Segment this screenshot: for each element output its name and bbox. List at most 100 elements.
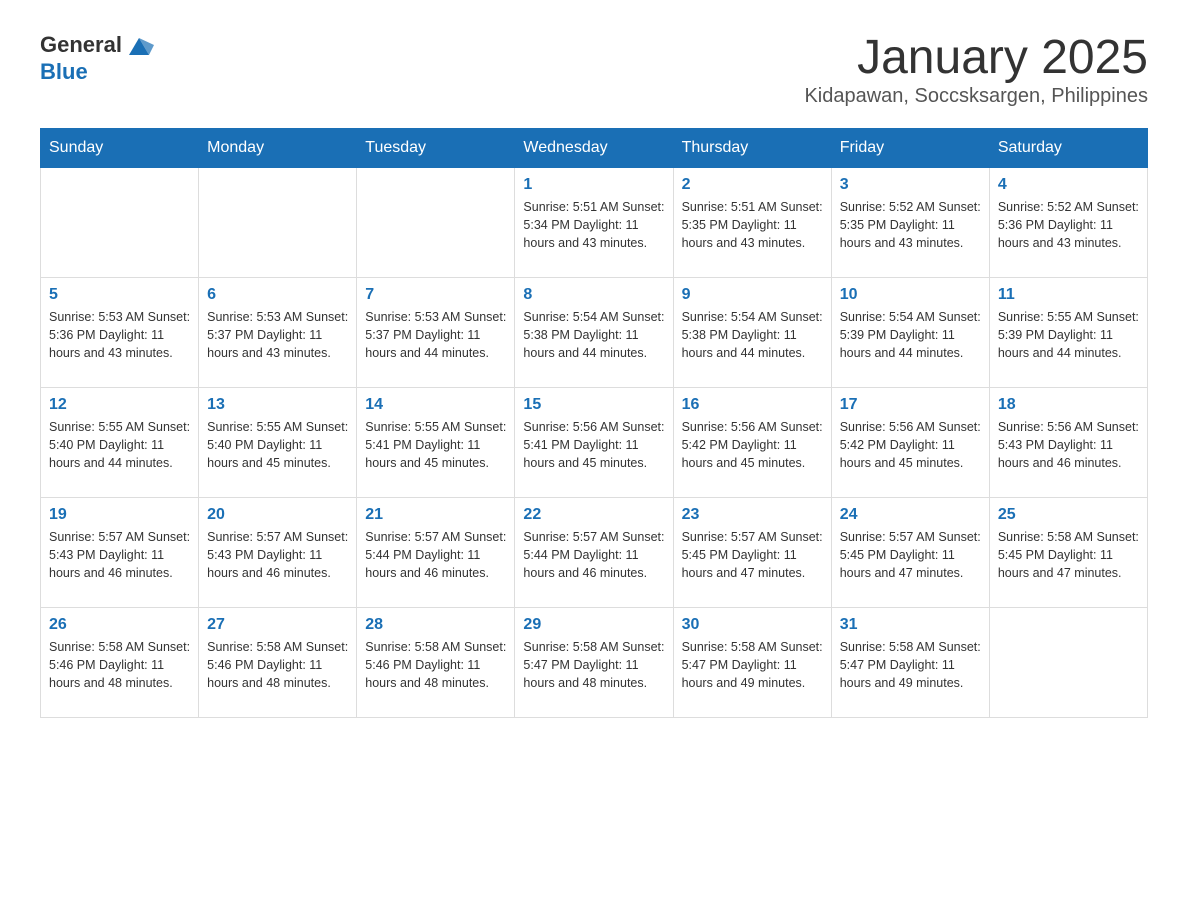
day-number: 13 [207,396,348,414]
calendar-cell: 23Sunrise: 5:57 AM Sunset: 5:45 PM Dayli… [673,498,831,608]
calendar-cell: 17 Sunrise: 5:56 AM Sunset: 5:42 PM Dayli… [831,388,989,498]
calendar-table: SundayMondayTuesdayWednesdayThursdayFrid… [40,128,1148,718]
day-number: 9 [682,286,823,304]
calendar-cell: 28 Sunrise: 5:58 AM Sunset: 5:46 PM Dayli… [357,608,515,718]
day-info: Sunrise: 5:58 AM Sunset: 5:47 PM Dayligh… [840,638,981,692]
calendar-cell: 26Sunrise: 5:58 AM Sunset: 5:46 PM Dayli… [41,608,199,718]
day-info: Sunrise: 5:58 AM Sunset: 5:45 PM Dayligh… [998,528,1139,582]
calendar-cell: 19 Sunrise: 5:57 AM Sunset: 5:43 PM Dayli… [41,498,199,608]
calendar-cell [357,168,515,278]
day-info: Sunrise: 5:55 AM Sunset: 5:40 PM Dayligh… [49,418,190,472]
logo: General Blue [40,30,154,84]
calendar-cell: 8 Sunrise: 5:54 AM Sunset: 5:38 PM Daylig… [515,278,673,388]
calendar-week-row: 12 Sunrise: 5:55 AM Sunset: 5:40 PM Dayli… [41,388,1148,498]
calendar-cell: 7Sunrise: 5:53 AM Sunset: 5:37 PM Daylig… [357,278,515,388]
calendar-week-row: 5 Sunrise: 5:53 AM Sunset: 5:36 PM Daylig… [41,278,1148,388]
day-info: Sunrise: 5:54 AM Sunset: 5:39 PM Dayligh… [840,308,981,362]
calendar-cell: 24 Sunrise: 5:57 AM Sunset: 5:45 PM Dayli… [831,498,989,608]
day-info: Sunrise: 5:55 AM Sunset: 5:41 PM Dayligh… [365,418,506,472]
day-number: 5 [49,286,190,304]
month-title: January 2025 [804,30,1148,85]
day-number: 27 [207,616,348,634]
calendar-cell: 16Sunrise: 5:56 AM Sunset: 5:42 PM Dayli… [673,388,831,498]
column-header-wednesday: Wednesday [515,129,673,168]
day-number: 17 [840,396,981,414]
calendar-cell: 18Sunrise: 5:56 AM Sunset: 5:43 PM Dayli… [989,388,1147,498]
day-info: Sunrise: 5:57 AM Sunset: 5:44 PM Dayligh… [523,528,664,582]
day-info: Sunrise: 5:54 AM Sunset: 5:38 PM Dayligh… [682,308,823,362]
day-number: 15 [523,396,664,414]
day-info: Sunrise: 5:57 AM Sunset: 5:43 PM Dayligh… [49,528,190,582]
day-info: Sunrise: 5:58 AM Sunset: 5:47 PM Dayligh… [523,638,664,692]
calendar-cell: 10 Sunrise: 5:54 AM Sunset: 5:39 PM Dayli… [831,278,989,388]
calendar-cell: 11Sunrise: 5:55 AM Sunset: 5:39 PM Dayli… [989,278,1147,388]
day-info: Sunrise: 5:52 AM Sunset: 5:36 PM Dayligh… [998,198,1139,252]
day-info: Sunrise: 5:53 AM Sunset: 5:36 PM Dayligh… [49,308,190,362]
day-info: Sunrise: 5:56 AM Sunset: 5:41 PM Dayligh… [523,418,664,472]
calendar-cell: 27Sunrise: 5:58 AM Sunset: 5:46 PM Dayli… [199,608,357,718]
calendar-cell [989,608,1147,718]
calendar-week-row: 19 Sunrise: 5:57 AM Sunset: 5:43 PM Dayli… [41,498,1148,608]
day-number: 23 [682,506,823,524]
day-info: Sunrise: 5:53 AM Sunset: 5:37 PM Dayligh… [207,308,348,362]
calendar-cell: 21Sunrise: 5:57 AM Sunset: 5:44 PM Dayli… [357,498,515,608]
day-info: Sunrise: 5:51 AM Sunset: 5:35 PM Dayligh… [682,198,823,252]
calendar-cell: 5 Sunrise: 5:53 AM Sunset: 5:36 PM Daylig… [41,278,199,388]
calendar-week-row: 26Sunrise: 5:58 AM Sunset: 5:46 PM Dayli… [41,608,1148,718]
calendar-cell: 2 Sunrise: 5:51 AM Sunset: 5:35 PM Daylig… [673,168,831,278]
calendar-cell: 30 Sunrise: 5:58 AM Sunset: 5:47 PM Dayli… [673,608,831,718]
logo-icon [124,30,154,60]
day-number: 19 [49,506,190,524]
day-number: 21 [365,506,506,524]
column-header-thursday: Thursday [673,129,831,168]
calendar-cell: 14 Sunrise: 5:55 AM Sunset: 5:41 PM Dayli… [357,388,515,498]
day-number: 7 [365,286,506,304]
day-info: Sunrise: 5:58 AM Sunset: 5:47 PM Dayligh… [682,638,823,692]
day-number: 4 [998,176,1139,194]
day-number: 20 [207,506,348,524]
column-header-sunday: Sunday [41,129,199,168]
day-number: 12 [49,396,190,414]
calendar-cell: 1Sunrise: 5:51 AM Sunset: 5:34 PM Daylig… [515,168,673,278]
day-number: 22 [523,506,664,524]
day-number: 11 [998,286,1139,304]
day-info: Sunrise: 5:57 AM Sunset: 5:45 PM Dayligh… [840,528,981,582]
day-number: 3 [840,176,981,194]
calendar-cell: 15 Sunrise: 5:56 AM Sunset: 5:41 PM Dayli… [515,388,673,498]
calendar-cell: 4 Sunrise: 5:52 AM Sunset: 5:36 PM Daylig… [989,168,1147,278]
day-number: 31 [840,616,981,634]
day-info: Sunrise: 5:54 AM Sunset: 5:38 PM Dayligh… [523,308,664,362]
day-info: Sunrise: 5:55 AM Sunset: 5:40 PM Dayligh… [207,418,348,472]
calendar-cell [199,168,357,278]
day-info: Sunrise: 5:56 AM Sunset: 5:43 PM Dayligh… [998,418,1139,472]
calendar-week-row: 1Sunrise: 5:51 AM Sunset: 5:34 PM Daylig… [41,168,1148,278]
day-number: 10 [840,286,981,304]
day-info: Sunrise: 5:57 AM Sunset: 5:43 PM Dayligh… [207,528,348,582]
day-number: 28 [365,616,506,634]
calendar-cell: 3 Sunrise: 5:52 AM Sunset: 5:35 PM Daylig… [831,168,989,278]
day-number: 6 [207,286,348,304]
day-number: 2 [682,176,823,194]
title-section: January 2025 Kidapawan, Soccsksargen, Ph… [804,30,1148,108]
calendar-cell: 9 Sunrise: 5:54 AM Sunset: 5:38 PM Daylig… [673,278,831,388]
day-number: 14 [365,396,506,414]
calendar-cell: 12 Sunrise: 5:55 AM Sunset: 5:40 PM Dayli… [41,388,199,498]
day-info: Sunrise: 5:56 AM Sunset: 5:42 PM Dayligh… [682,418,823,472]
day-number: 30 [682,616,823,634]
day-number: 29 [523,616,664,634]
logo-blue-text: Blue [40,60,88,84]
column-header-tuesday: Tuesday [357,129,515,168]
column-header-friday: Friday [831,129,989,168]
day-info: Sunrise: 5:56 AM Sunset: 5:42 PM Dayligh… [840,418,981,472]
calendar-cell: 25Sunrise: 5:58 AM Sunset: 5:45 PM Dayli… [989,498,1147,608]
day-number: 24 [840,506,981,524]
day-number: 8 [523,286,664,304]
calendar-cell: 13 Sunrise: 5:55 AM Sunset: 5:40 PM Dayli… [199,388,357,498]
logo-general-text: General [40,33,122,57]
calendar-cell [41,168,199,278]
calendar-cell: 31 Sunrise: 5:58 AM Sunset: 5:47 PM Dayli… [831,608,989,718]
location-text: Kidapawan, Soccsksargen, Philippines [804,85,1148,108]
day-info: Sunrise: 5:58 AM Sunset: 5:46 PM Dayligh… [365,638,506,692]
column-header-saturday: Saturday [989,129,1147,168]
day-info: Sunrise: 5:52 AM Sunset: 5:35 PM Dayligh… [840,198,981,252]
